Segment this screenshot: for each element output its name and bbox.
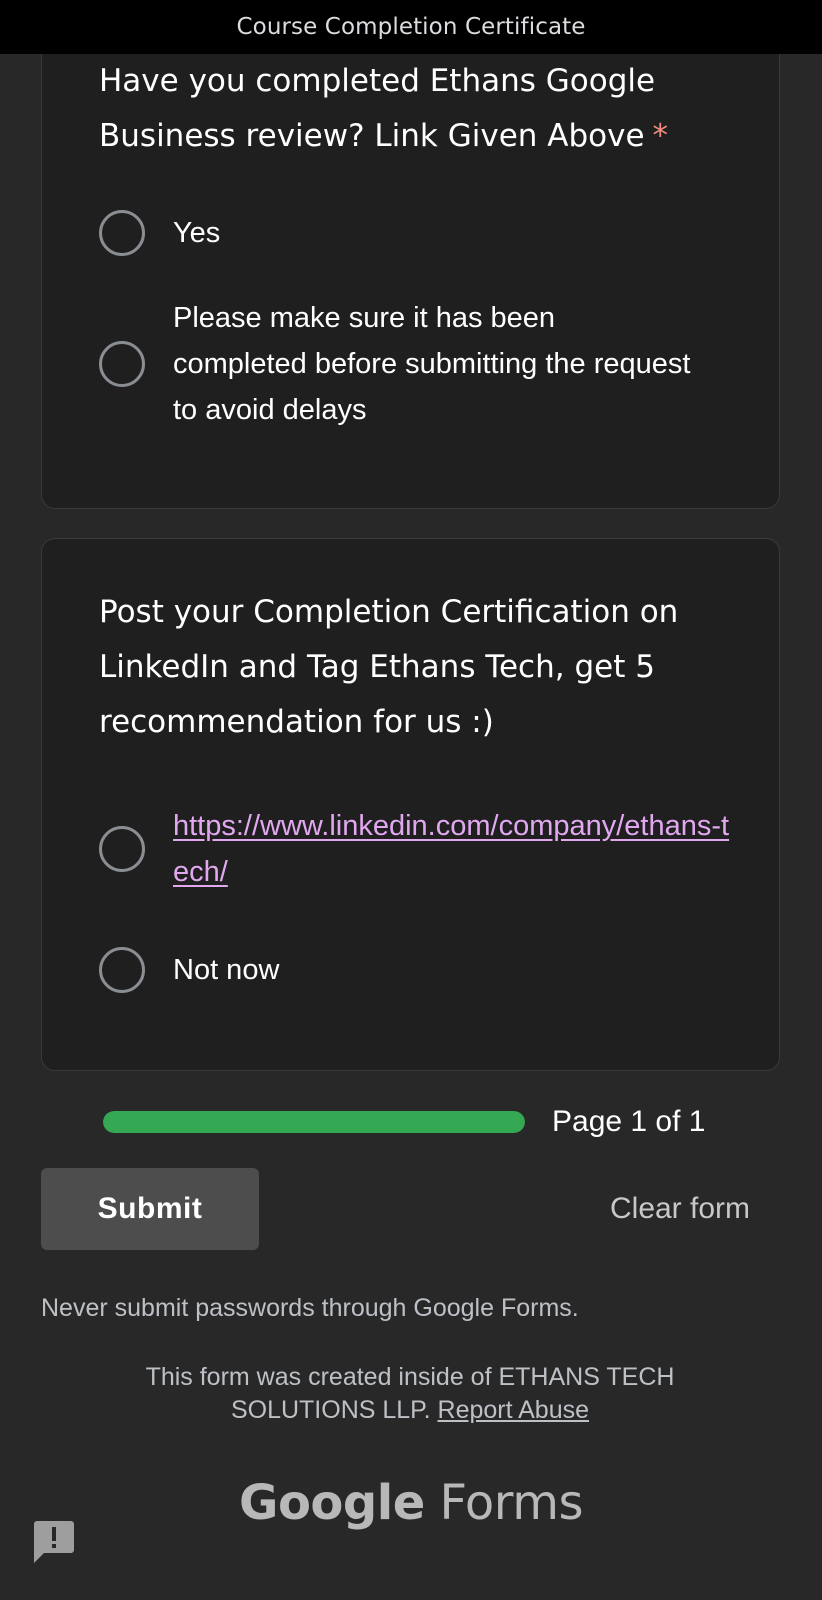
question-title: Have you completed Ethans Google Busines… — [99, 54, 729, 164]
option-not-now[interactable]: Not now — [99, 947, 759, 993]
radio-button[interactable] — [99, 826, 145, 872]
radio-button[interactable] — [99, 947, 145, 993]
google-forms-logo[interactable]: Google Forms — [0, 1475, 822, 1531]
option-linkedin-link[interactable]: https://www.linkedin.com/company/ethans-… — [99, 803, 759, 895]
password-warning: Never submit passwords through Google Fo… — [41, 1294, 579, 1322]
submit-button[interactable]: Submit — [41, 1168, 259, 1250]
required-asterisk: * — [652, 118, 669, 154]
linkedin-link[interactable]: https://www.linkedin.com/company/ethans-… — [173, 810, 729, 888]
app-header: Course Completion Certificate — [0, 0, 822, 54]
option-label: Yes — [173, 217, 221, 249]
option-make-sure[interactable]: Please make sure it has been completed b… — [99, 295, 759, 433]
question-title: Post your Completion Certification on Li… — [99, 585, 729, 750]
option-yes[interactable]: Yes — [99, 210, 759, 256]
progress-bar-fill — [103, 1111, 525, 1133]
footer-note: This form was created inside of ETHANS T… — [110, 1361, 710, 1427]
page-indicator: Page 1 of 1 — [552, 1105, 706, 1138]
option-label: Not now — [173, 954, 280, 986]
question-text: Have you completed Ethans Google Busines… — [99, 63, 656, 154]
clear-form-button[interactable]: Clear form — [580, 1186, 780, 1232]
option-label: Please make sure it has been completed b… — [173, 302, 691, 426]
radio-button[interactable] — [99, 210, 145, 256]
feedback-icon[interactable] — [30, 1517, 78, 1565]
brand-forms: Forms — [439, 1475, 584, 1531]
question-text: Post your Completion Certification on Li… — [99, 594, 679, 740]
creator-note: This form was created inside of ETHANS T… — [145, 1363, 675, 1424]
form-title: Course Completion Certificate — [236, 14, 586, 40]
question-card-linkedin: Post your Completion Certification on Li… — [41, 538, 780, 1071]
brand-google: Google — [239, 1475, 425, 1531]
report-abuse-link[interactable]: Report Abuse — [438, 1396, 590, 1424]
progress-bar — [103, 1111, 525, 1133]
question-card-google-review: Have you completed Ethans Google Busines… — [41, 20, 780, 509]
radio-button[interactable] — [99, 341, 145, 387]
